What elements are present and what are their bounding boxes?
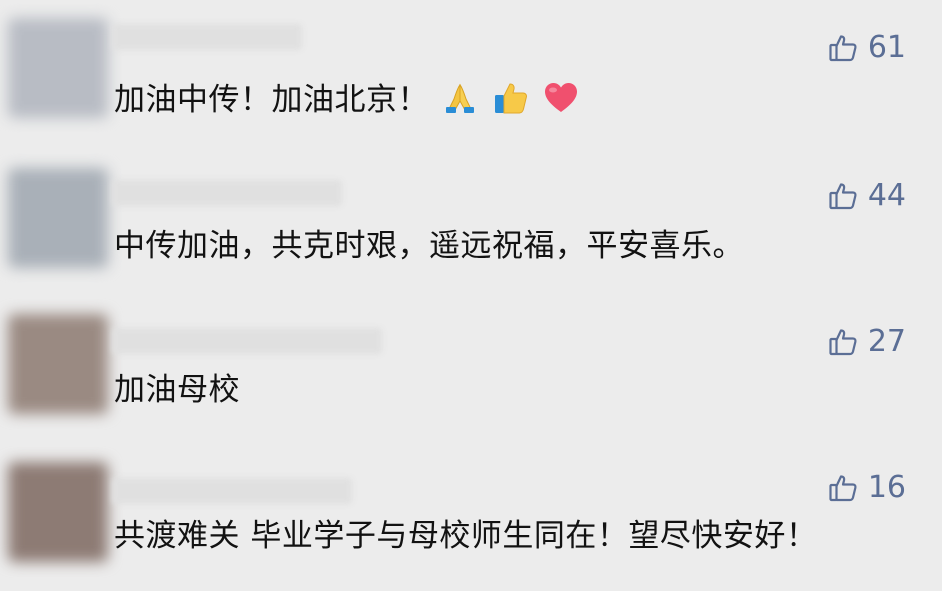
thumbs-up-icon [829, 329, 857, 356]
comment-item: 27 加油母校 [0, 292, 942, 438]
like-count: 27 [867, 324, 906, 359]
avatar[interactable] [8, 314, 108, 414]
comment-body: 中传加油，共克时艰，遥远祝福，平安喜乐。 [114, 228, 744, 264]
like-button[interactable]: 44 [828, 181, 906, 211]
like-count: 16 [867, 470, 906, 505]
like-button[interactable]: 16 [828, 473, 906, 503]
avatar[interactable] [8, 168, 108, 268]
comment-text: 中传加油，共克时艰，遥远祝福，平安喜乐。 [114, 224, 744, 268]
comment-text: 加油中传！加油北京！ [114, 78, 580, 122]
comment-text: 共渡难关 毕业学子与母校师生同在！望尽快安好！ [114, 514, 817, 558]
username-redacted[interactable] [112, 24, 302, 50]
like-button[interactable]: 27 [828, 327, 906, 357]
comment-text: 加油母校 [114, 368, 240, 412]
avatar[interactable] [8, 18, 108, 118]
username-redacted[interactable] [112, 478, 352, 504]
thumbs-up-icon [829, 475, 857, 502]
folded-hands-icon [446, 83, 475, 113]
comment-item: 16 共渡难关 毕业学子与母校师生同在！望尽快安好！ [0, 438, 942, 584]
comment-item: 44 中传加油，共克时艰，遥远祝福，平安喜乐。 [0, 146, 942, 292]
like-count: 44 [867, 178, 906, 213]
username-redacted[interactable] [112, 328, 382, 354]
like-count: 61 [867, 30, 906, 65]
avatar[interactable] [8, 462, 108, 562]
thumbs-up-icon [829, 35, 857, 62]
username-redacted[interactable] [112, 180, 342, 206]
thumbs-up-icon [829, 183, 857, 210]
comment-body: 加油母校 [114, 372, 240, 408]
heart-emoji-icon [545, 83, 578, 112]
like-button[interactable]: 61 [828, 33, 906, 63]
comment-list: 61 加油中传！加油北京！ 44 中传加油，共克时艰，遥远祝福，平安喜乐。 27… [0, 0, 942, 591]
comment-body: 加油中传！加油北京！ [114, 82, 429, 118]
thumbs-up-emoji-icon [494, 83, 527, 114]
comment-body: 共渡难关 毕业学子与母校师生同在！望尽快安好！ [114, 518, 818, 554]
comment-item: 61 加油中传！加油北京！ [0, 0, 942, 146]
